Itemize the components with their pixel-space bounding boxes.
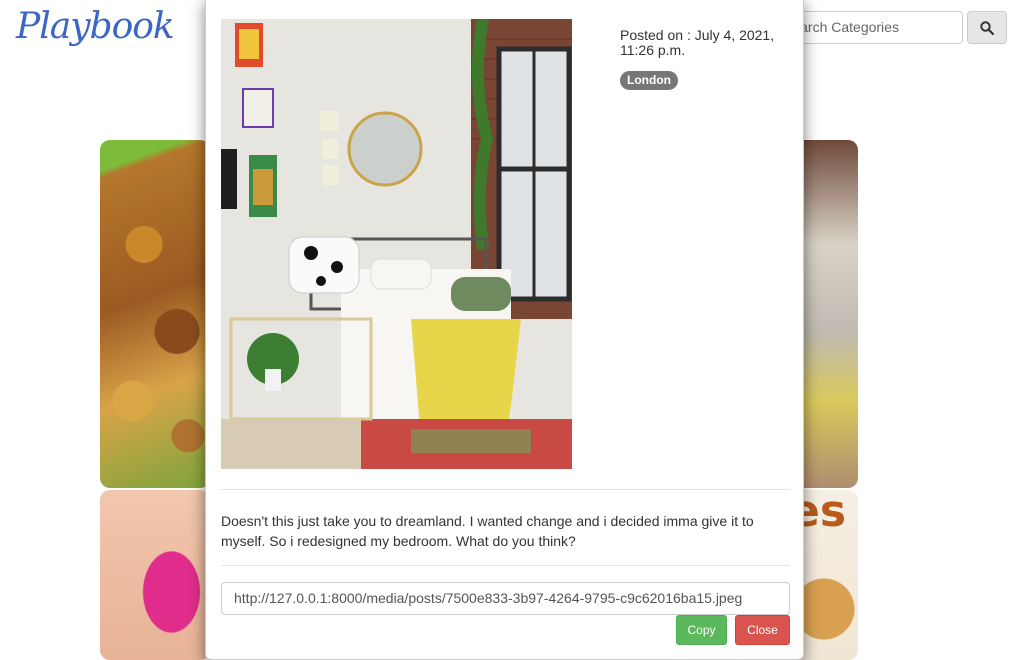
posted-on-text: Posted on : July 4, 2021, 11:26 p.m. bbox=[620, 27, 775, 58]
post-meta: Posted on : July 4, 2021, 11:26 p.m. Lon… bbox=[620, 28, 790, 90]
location-badge: London bbox=[620, 71, 678, 90]
bedroom-photo bbox=[221, 19, 572, 469]
image-url-field[interactable]: http://127.0.0.1:8000/media/posts/7500e8… bbox=[221, 582, 790, 615]
post-image bbox=[221, 19, 572, 469]
post-description: Doesn't this just take you to dreamland.… bbox=[221, 513, 754, 549]
copy-button[interactable]: Copy bbox=[676, 615, 727, 645]
close-button[interactable]: Close bbox=[735, 615, 790, 645]
post-modal: Posted on : July 4, 2021, 11:26 p.m. Lon… bbox=[205, 0, 804, 660]
divider bbox=[221, 565, 790, 566]
divider bbox=[221, 489, 790, 490]
